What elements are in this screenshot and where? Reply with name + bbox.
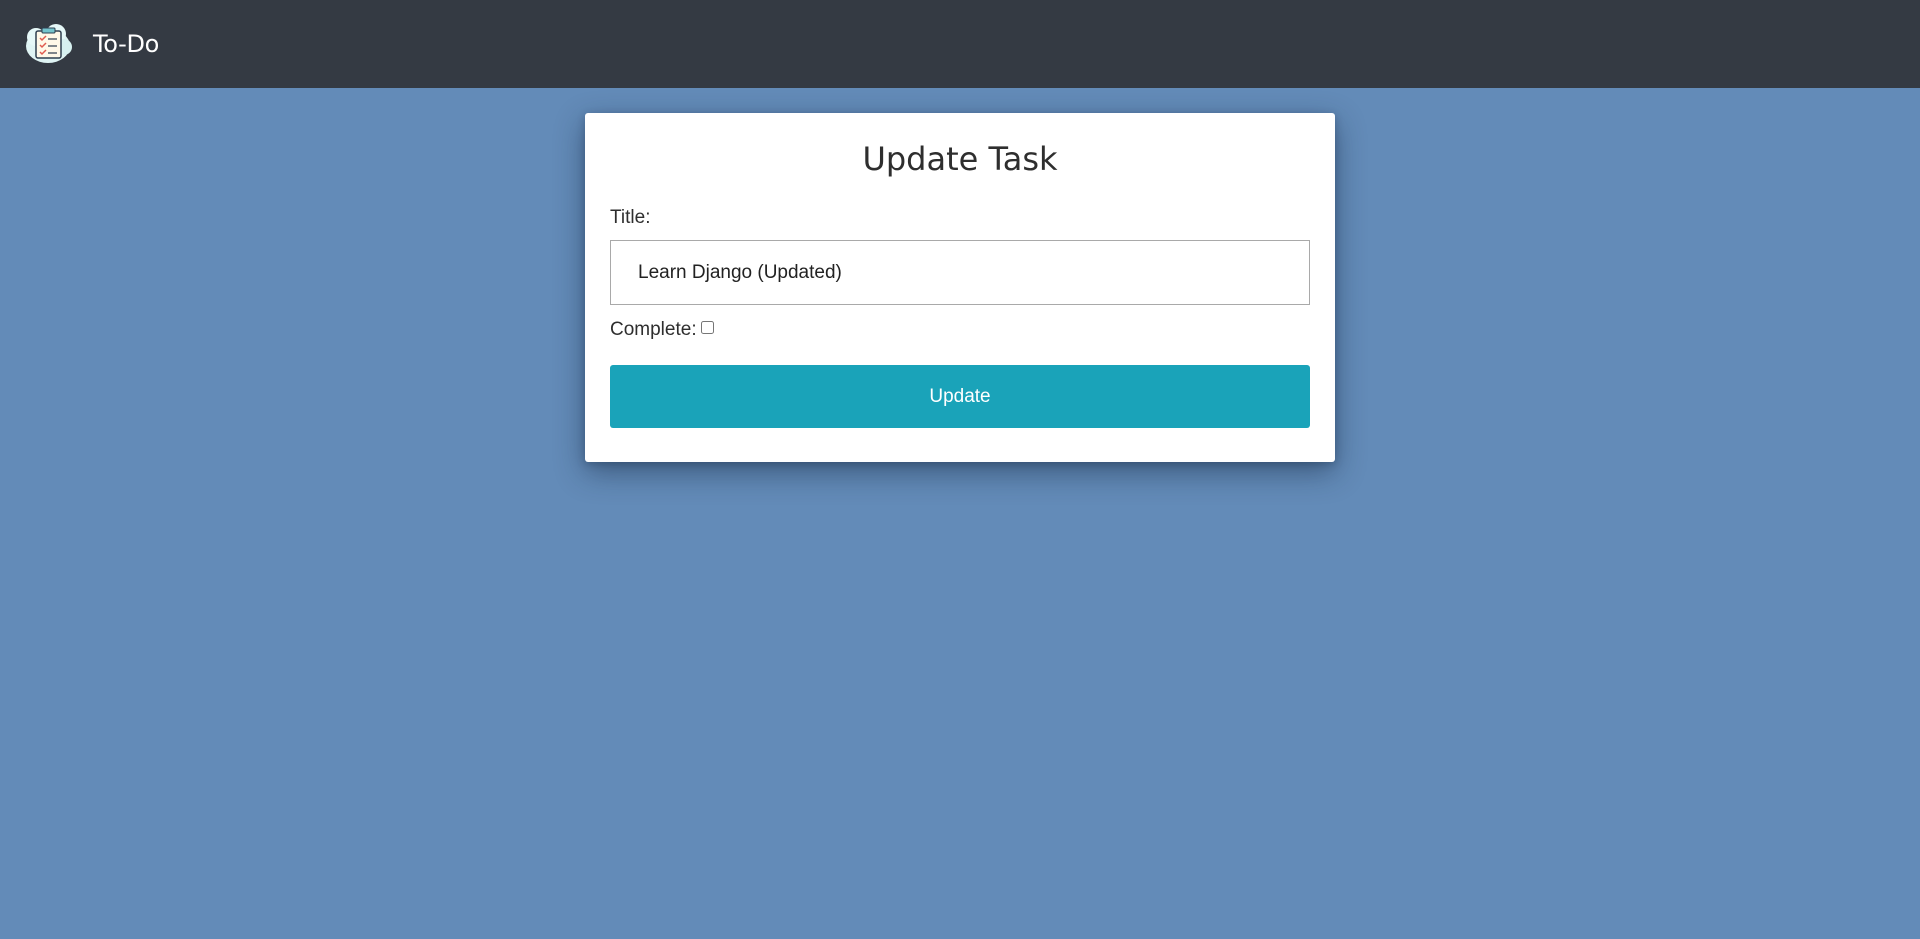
brand-home-link[interactable]: To-Do — [24, 22, 159, 66]
brand-name: To-Do — [93, 30, 160, 58]
title-label: Title: — [610, 207, 651, 228]
complete-label: Complete: — [610, 319, 697, 340]
top-navbar: To-Do — [0, 0, 1920, 88]
complete-field: Complete: — [610, 317, 714, 343]
title-input[interactable] — [610, 240, 1310, 305]
update-button[interactable]: Update — [610, 365, 1310, 428]
complete-checkbox[interactable] — [700, 320, 714, 334]
page-title: Update Task — [862, 140, 1058, 178]
checklist-cloud-icon — [26, 24, 72, 63]
update-task-card: Update Task Title: Complete: Update — [585, 113, 1335, 462]
